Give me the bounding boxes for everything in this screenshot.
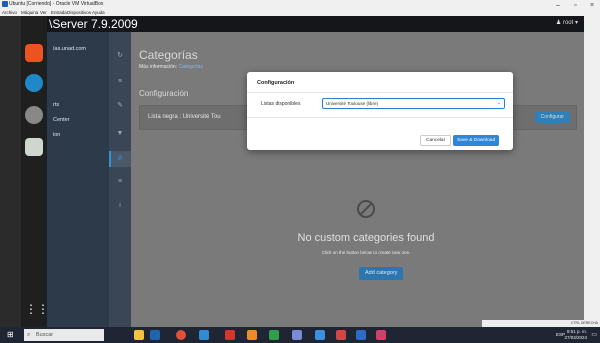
guest-header: \Server 7.9.2009 ♟ root ▾ bbox=[47, 16, 584, 32]
virtualbox-menubar: Archivo Máquina Ver Entrada Dispositivos… bbox=[0, 9, 600, 16]
filter-icon[interactable]: ▼ bbox=[116, 130, 124, 138]
taskbar-clock[interactable]: 8:51 p. m. 27/03/2024 bbox=[564, 329, 587, 341]
app-icon-green[interactable] bbox=[269, 330, 279, 340]
empty-state-title: No custom categories found bbox=[297, 232, 435, 244]
minimize-icon[interactable]: – bbox=[556, 2, 560, 9]
configure-button[interactable]: Configurar bbox=[534, 112, 570, 123]
nav-item-domain[interactable]: ías.unad.com bbox=[53, 46, 86, 52]
cancel-button[interactable]: Cancelar bbox=[420, 135, 452, 146]
menu-entrada[interactable]: Entrada bbox=[51, 10, 67, 15]
search-icon: ⌕ bbox=[27, 332, 31, 338]
app-icon-lilac[interactable] bbox=[292, 330, 302, 340]
vm-scrollbar[interactable] bbox=[584, 16, 600, 327]
user-name: root bbox=[562, 20, 574, 26]
server-title: \Server 7.9.2009 bbox=[49, 17, 138, 31]
software-center-icon[interactable] bbox=[25, 44, 43, 62]
show-apps-icon[interactable]: ⋮⋮ bbox=[25, 300, 49, 318]
modal-title: Configuración bbox=[257, 80, 295, 86]
available-lists-select[interactable]: Université Toulouse (libre) ⌄ bbox=[322, 98, 505, 109]
nav-item-reports[interactable]: rts bbox=[53, 102, 59, 108]
main-content: Categorías Más información: Categorías C… bbox=[131, 32, 584, 327]
nav-item-center[interactable]: Center bbox=[53, 117, 70, 123]
available-lists-label: Listas disponibles bbox=[261, 101, 301, 107]
app-icon-red[interactable] bbox=[225, 330, 235, 340]
left-nav: ías.unad.com rts Center ion bbox=[47, 32, 109, 327]
menu-icon[interactable]: ≡ bbox=[116, 178, 124, 186]
chrome-icon[interactable] bbox=[176, 330, 186, 340]
page-title: Categorías bbox=[139, 48, 198, 62]
list-icon[interactable]: ≡ bbox=[116, 78, 124, 86]
add-category-button[interactable]: Add category bbox=[359, 267, 404, 280]
refresh-icon[interactable]: ↻ bbox=[116, 52, 124, 60]
menu-maquina[interactable]: Máquina bbox=[21, 10, 38, 15]
file-explorer-icon[interactable] bbox=[134, 330, 144, 340]
app-icon-blue[interactable] bbox=[199, 330, 209, 340]
app-icon-orange[interactable] bbox=[247, 330, 257, 340]
user-menu[interactable]: ♟ root ▾ bbox=[556, 19, 578, 26]
windows-start-icon[interactable]: ⊞ bbox=[7, 330, 14, 339]
configuration-modal: Configuración Listas disponibles Univers… bbox=[247, 72, 513, 150]
help-icon[interactable] bbox=[25, 74, 43, 92]
save-download-button[interactable]: Save & Download bbox=[453, 135, 500, 146]
ubuntu-dock: ⋮⋮ bbox=[21, 16, 49, 327]
virtualbox-titlebar: Ubuntu [Corriendo] - Oracle VM VirtualBo… bbox=[0, 0, 600, 9]
icon-column: ↻ ≡ ✎ ▼ ⊘ ≡ i bbox=[109, 32, 131, 327]
vm-display[interactable]: ⋮⋮ \Server 7.9.2009 ♟ root ▾ ías.unad.co… bbox=[21, 16, 584, 327]
window-title: Ubuntu [Corriendo] - Oracle VM VirtualBo… bbox=[9, 1, 104, 7]
empty-state-subtitle: Click on the button below to create new … bbox=[321, 250, 411, 255]
maximize-icon[interactable]: ▫ bbox=[574, 2, 576, 9]
menu-ver[interactable]: Ver bbox=[40, 10, 47, 15]
selected-list-value: Université Toulouse (libre) bbox=[326, 101, 378, 106]
trash-icon[interactable] bbox=[25, 138, 43, 156]
chevron-down-icon: ⌄ bbox=[496, 100, 501, 106]
windows-taskbar: ⊞ ⌕ Buscar ESP 8:51 p. m. 27/03/2024 ▭ bbox=[0, 327, 600, 343]
taskbar-search[interactable]: ⌕ Buscar bbox=[24, 329, 104, 341]
app-icon-crimson[interactable] bbox=[336, 330, 346, 340]
subtitle-prefix: Más información: bbox=[139, 64, 179, 70]
search-placeholder: Buscar bbox=[36, 332, 54, 338]
nav-item-ion[interactable]: ion bbox=[53, 132, 60, 138]
app-icon-pink[interactable] bbox=[376, 330, 386, 340]
close-icon[interactable]: × bbox=[590, 2, 594, 9]
settings-icon[interactable] bbox=[25, 106, 43, 124]
wrench-icon[interactable]: ✎ bbox=[116, 102, 124, 110]
virtualbox-icon bbox=[2, 1, 8, 7]
app-icon-navy[interactable] bbox=[356, 330, 366, 340]
section-title: Configuración bbox=[139, 89, 189, 98]
modal-divider-footer bbox=[247, 117, 513, 118]
notifications-icon[interactable]: ▭ bbox=[591, 331, 597, 338]
clock-date: 27/03/2024 bbox=[564, 335, 587, 340]
user-icon: ♟ bbox=[555, 20, 563, 26]
page-subtitle: Más información: Categorías bbox=[139, 64, 203, 70]
app-icon-sky[interactable] bbox=[315, 330, 325, 340]
virtualbox-status-bar: CTRL DERECHA bbox=[482, 320, 600, 327]
menu-archivo[interactable]: Archivo bbox=[2, 10, 17, 15]
vm-app-icon[interactable] bbox=[150, 330, 160, 340]
host-key-label: CTRL DERECHA bbox=[570, 321, 598, 325]
no-entry-icon bbox=[357, 200, 375, 218]
menu-ayuda[interactable]: Ayuda bbox=[92, 10, 105, 15]
blacklist-label: Lista negra : Université Tou bbox=[148, 114, 221, 120]
subtitle-link[interactable]: Categorías bbox=[178, 64, 202, 70]
modal-divider bbox=[247, 92, 513, 93]
info-icon[interactable]: i bbox=[116, 202, 124, 210]
block-icon[interactable]: ⊘ bbox=[116, 155, 124, 163]
menu-dispositivos[interactable]: Dispositivos bbox=[67, 10, 91, 15]
